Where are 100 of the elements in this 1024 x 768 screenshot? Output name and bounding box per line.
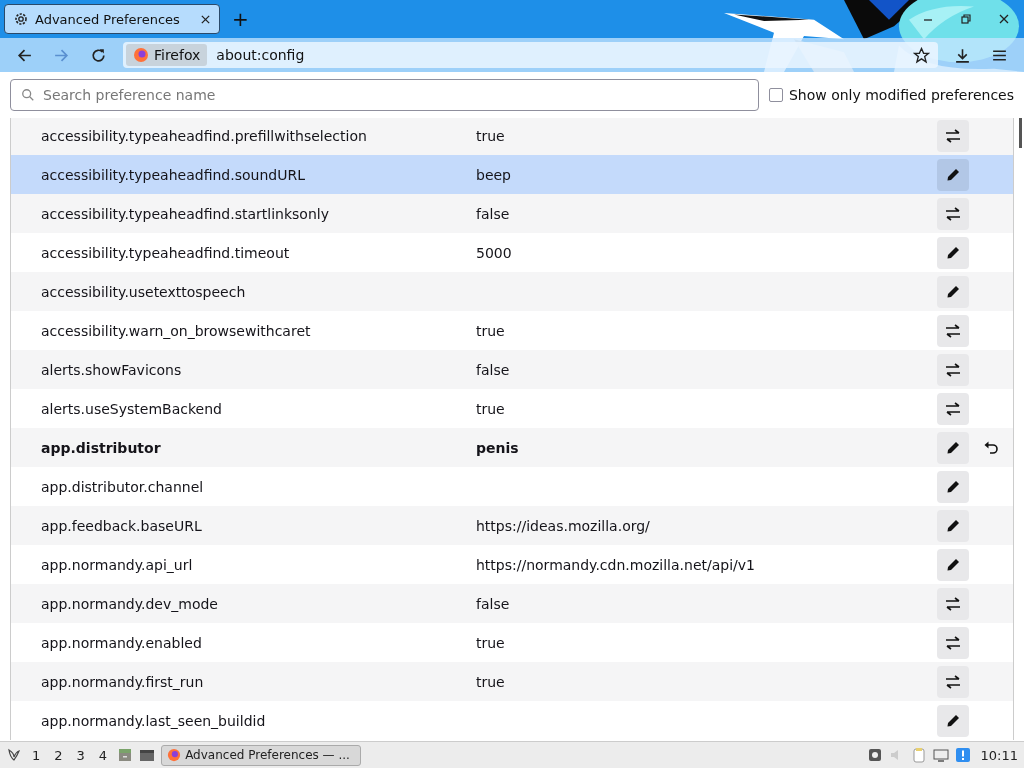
preference-name: accessibility.typeaheadfind.prefillwithselection (40, 127, 368, 144)
notification-icon[interactable] (954, 747, 971, 763)
preference-value: false (476, 595, 511, 612)
restore-icon[interactable] (960, 13, 972, 25)
preference-value: penis (476, 439, 520, 456)
clock: 10:11 (980, 747, 1018, 763)
url-text: about:config (216, 47, 305, 63)
workspace-button[interactable]: 4 (94, 747, 112, 763)
edit-button[interactable] (937, 470, 969, 503)
preference-name: app.normandy.dev_mode (40, 595, 219, 612)
preference-value: true (476, 127, 506, 144)
edit-button[interactable] (937, 275, 969, 308)
preference-name: app.distributor (40, 439, 162, 456)
toggle-arrows-icon (945, 673, 961, 690)
star-icon[interactable] (913, 46, 930, 64)
preference-name: alerts.showFavicons (40, 361, 183, 378)
toggle-button[interactable] (937, 626, 969, 659)
toggle-button[interactable] (937, 314, 969, 347)
pencil-icon (945, 478, 961, 495)
record-icon[interactable] (866, 747, 883, 763)
edit-button[interactable] (937, 548, 969, 581)
pencil-icon (945, 439, 961, 456)
toggle-button[interactable] (937, 665, 969, 698)
reload-icon[interactable] (90, 46, 107, 64)
search-field[interactable]: Search preference name (10, 79, 759, 111)
workspace-button[interactable]: 1 (28, 747, 45, 763)
preference-row[interactable]: accessibility.typeaheadfind.prefillwithselection true (11, 118, 1013, 155)
preference-name: accessibility.warn_on_browsewithcaret (40, 322, 312, 339)
close-icon[interactable] (200, 13, 211, 25)
edit-button[interactable] (937, 509, 969, 542)
preference-value: 5000 (476, 244, 513, 261)
edit-button[interactable] (937, 431, 969, 464)
identity-label[interactable]: Firefox (126, 44, 208, 66)
window-icon[interactable] (139, 747, 156, 763)
monitor-icon[interactable] (932, 747, 949, 763)
preference-row[interactable]: accessibility.usetexttospeech (11, 272, 1013, 311)
close-icon[interactable] (998, 13, 1010, 25)
preference-name: accessibility.typeaheadfind.soundURL (40, 166, 306, 183)
toggle-arrows-icon (945, 361, 961, 378)
toggle-arrows-icon (945, 634, 961, 651)
preference-value: true (476, 634, 506, 651)
download-icon[interactable] (954, 46, 971, 64)
preference-name: accessibility.typeaheadfind.timeout (40, 244, 291, 261)
pencil-icon (945, 517, 961, 534)
toggle-button[interactable] (937, 353, 969, 386)
start-menu-icon[interactable] (6, 747, 22, 763)
pencil-icon (945, 556, 961, 573)
preference-name: app.normandy.api_url (40, 556, 194, 573)
toggle-button[interactable] (937, 119, 969, 152)
gear-icon (13, 11, 29, 27)
address-bar[interactable]: Firefox about:config (123, 42, 938, 68)
edit-button[interactable] (937, 704, 969, 737)
workspace-button[interactable]: 3 (72, 747, 89, 763)
preference-value: false (476, 205, 511, 222)
toggle-arrows-icon (945, 595, 961, 612)
pencil-icon (945, 166, 961, 183)
toggle-button[interactable] (937, 392, 969, 425)
preference-name: accessibility.typeaheadfind.startlinksonly (40, 205, 330, 222)
pencil-icon (945, 712, 961, 729)
preference-value: true (476, 673, 506, 690)
preference-name: app.normandy.first_run (40, 673, 205, 690)
preference-row[interactable]: app.feedback.baseURL https://ideas.mozilla.org/ (11, 506, 1013, 545)
preference-row[interactable]: accessibility.typeaheadfind.startlinksonly false (11, 194, 1013, 233)
preference-name: alerts.useSystemBackend (40, 400, 223, 417)
edit-button[interactable] (937, 236, 969, 269)
preference-value: beep (476, 166, 512, 183)
browser-tab[interactable]: Advanced Preferences (4, 4, 220, 34)
reset-icon[interactable] (983, 439, 999, 456)
preference-value: false (476, 361, 511, 378)
edit-button[interactable] (937, 158, 969, 191)
preference-name: accessibility.usetexttospeech (40, 283, 247, 300)
preference-name: app.normandy.enabled (40, 634, 203, 651)
toggle-arrows-icon (945, 322, 961, 339)
preference-value: https://ideas.mozilla.org/ (476, 517, 651, 534)
preference-row[interactable]: app.normandy.first_run true (11, 662, 1013, 701)
toggle-arrows-icon (945, 205, 961, 222)
preference-value: true (476, 400, 506, 417)
new-tab-button[interactable]: + (226, 7, 255, 31)
taskbar-task-button[interactable]: Advanced Preferences — ... (161, 744, 362, 766)
toggle-arrows-icon (945, 127, 961, 144)
file-cabinet-icon[interactable] (117, 747, 134, 763)
pencil-icon (945, 244, 961, 261)
preference-name: app.normandy.last_seen_buildid (40, 712, 267, 729)
toggle-button[interactable] (937, 197, 969, 230)
clipboard-icon[interactable] (910, 747, 927, 763)
preference-row[interactable]: app.normandy.dev_mode false (11, 584, 1013, 623)
checkbox[interactable] (768, 88, 783, 102)
workspace-button[interactable]: 2 (50, 747, 67, 763)
selected-preference-row[interactable]: accessibility.typeaheadfind.soundURL beep (11, 155, 1013, 194)
browser-logo-icon (133, 47, 149, 63)
preference-name: app.feedback.baseURL (40, 517, 203, 534)
pencil-icon (945, 283, 961, 300)
toggle-button[interactable] (937, 587, 969, 620)
checkbox-label[interactable]: Show only modified preferences (788, 87, 1014, 103)
preference-row[interactable]: app.distributor penis (11, 428, 1013, 467)
toggle-arrows-icon (945, 400, 961, 417)
preference-row[interactable]: alerts.showFavicons false (11, 350, 1013, 389)
preference-name: app.distributor.channel (40, 478, 205, 495)
scrollbar-thumb[interactable] (1019, 118, 1022, 148)
preference-value: https://normandy.cdn.mozilla.net/api/v1 (476, 556, 756, 573)
